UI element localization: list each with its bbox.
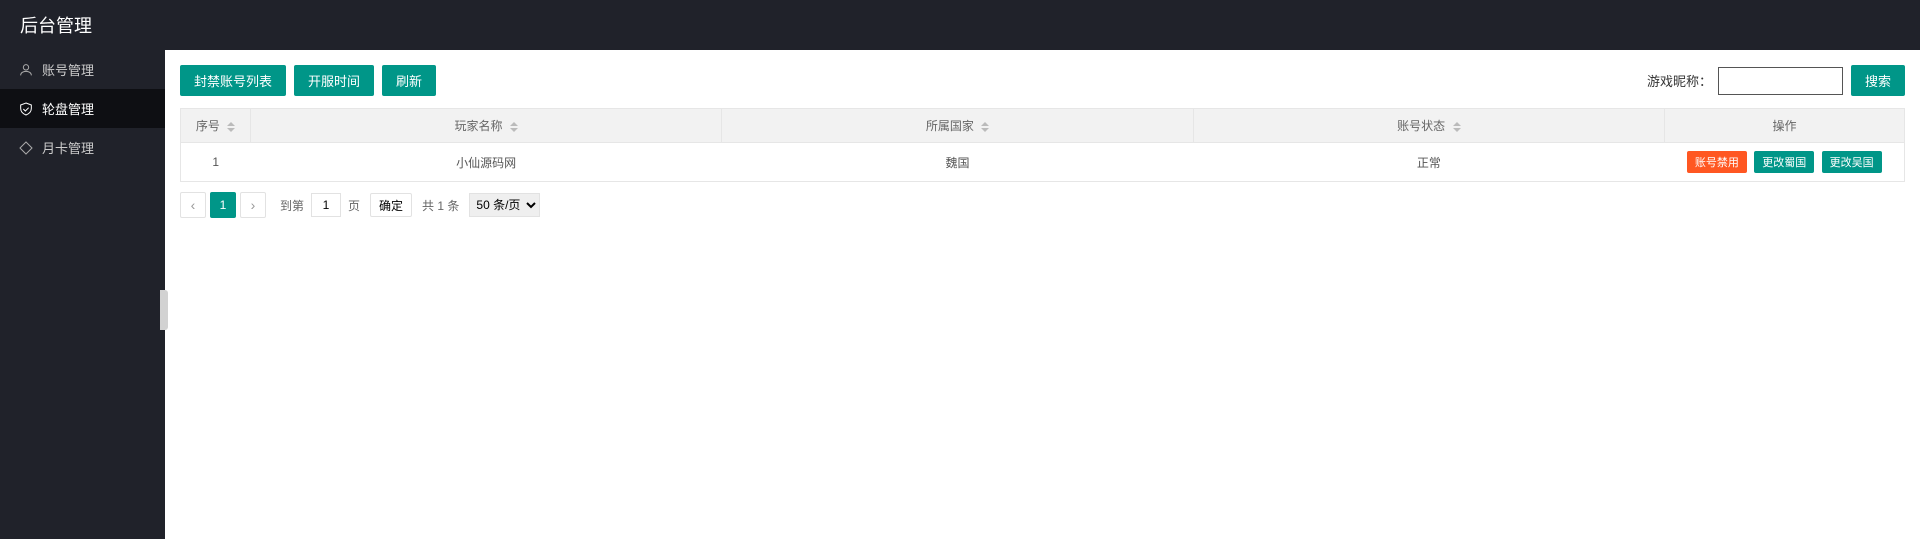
sidebar-item-roulette[interactable]: 轮盘管理: [0, 89, 165, 128]
th-seq[interactable]: 序号: [181, 109, 251, 143]
layout: 账号管理 轮盘管理 月卡管理 封禁账号列表 开服时间 刷新 游戏昵称： 搜索: [0, 50, 1920, 539]
sidebar-item-label: 账号管理: [42, 60, 94, 79]
sidebar-item-monthly[interactable]: 月卡管理: [0, 128, 165, 167]
cell-name: 小仙源码网: [251, 143, 722, 182]
table-row: 1 小仙源码网 魏国 正常 账号禁用 更改蜀国 更改吴国: [181, 143, 1905, 182]
search-label: 游戏昵称：: [1647, 71, 1712, 90]
diamond-icon: [18, 140, 34, 156]
page-size-select[interactable]: 50 条/页: [469, 193, 540, 217]
sort-icon: [510, 122, 518, 132]
prev-page-button[interactable]: ‹: [180, 192, 206, 218]
cell-seq: 1: [181, 143, 251, 182]
page-number[interactable]: 1: [210, 192, 236, 218]
goto-confirm-button[interactable]: 确定: [370, 193, 412, 217]
sidebar-item-label: 月卡管理: [42, 138, 94, 157]
app-header: 后台管理: [0, 0, 1920, 50]
ban-account-button[interactable]: 账号禁用: [1687, 151, 1747, 173]
sidebar: 账号管理 轮盘管理 月卡管理: [0, 50, 165, 539]
sort-icon: [981, 122, 989, 132]
pagination: ‹ 1 › 到第 页 确定 共 1 条 50 条/页: [180, 192, 1905, 218]
next-page-button[interactable]: ›: [240, 192, 266, 218]
chevron-right-icon: ›: [251, 197, 256, 213]
main-content: 封禁账号列表 开服时间 刷新 游戏昵称： 搜索 序号 玩家名称: [165, 50, 1920, 539]
chevron-left-icon: ‹: [191, 197, 196, 213]
data-table: 序号 玩家名称 所属国家 账号状态: [180, 108, 1905, 182]
th-name[interactable]: 玩家名称: [251, 109, 722, 143]
page-suffix: 页: [348, 197, 360, 214]
cell-status: 正常: [1193, 143, 1664, 182]
sort-icon: [227, 122, 235, 132]
server-time-button[interactable]: 开服时间: [294, 65, 374, 96]
cell-ops: 账号禁用 更改蜀国 更改吴国: [1665, 143, 1905, 182]
cell-country: 魏国: [722, 143, 1193, 182]
goto-input[interactable]: [311, 193, 341, 217]
th-status[interactable]: 账号状态: [1193, 109, 1664, 143]
table-header-row: 序号 玩家名称 所属国家 账号状态: [181, 109, 1905, 143]
th-country[interactable]: 所属国家: [722, 109, 1193, 143]
th-ops: 操作: [1665, 109, 1905, 143]
search-input[interactable]: [1718, 67, 1843, 95]
sidebar-item-label: 轮盘管理: [42, 99, 94, 118]
change-wu-button[interactable]: 更改吴国: [1822, 151, 1882, 173]
app-title: 后台管理: [20, 12, 92, 38]
sidebar-item-account[interactable]: 账号管理: [0, 50, 165, 89]
user-icon: [18, 62, 34, 78]
toolbar: 封禁账号列表 开服时间 刷新 游戏昵称： 搜索: [180, 65, 1905, 96]
search-button[interactable]: 搜索: [1851, 65, 1905, 96]
total-label: 共 1 条: [422, 197, 459, 214]
refresh-button[interactable]: 刷新: [382, 65, 436, 96]
change-shu-button[interactable]: 更改蜀国: [1754, 151, 1814, 173]
sidebar-collapse-handle[interactable]: [160, 290, 168, 330]
sort-icon: [1453, 122, 1461, 132]
toolbar-search: 游戏昵称： 搜索: [1647, 65, 1905, 96]
banned-list-button[interactable]: 封禁账号列表: [180, 65, 286, 96]
goto-label: 到第: [280, 197, 304, 214]
shield-check-icon: [18, 101, 34, 117]
